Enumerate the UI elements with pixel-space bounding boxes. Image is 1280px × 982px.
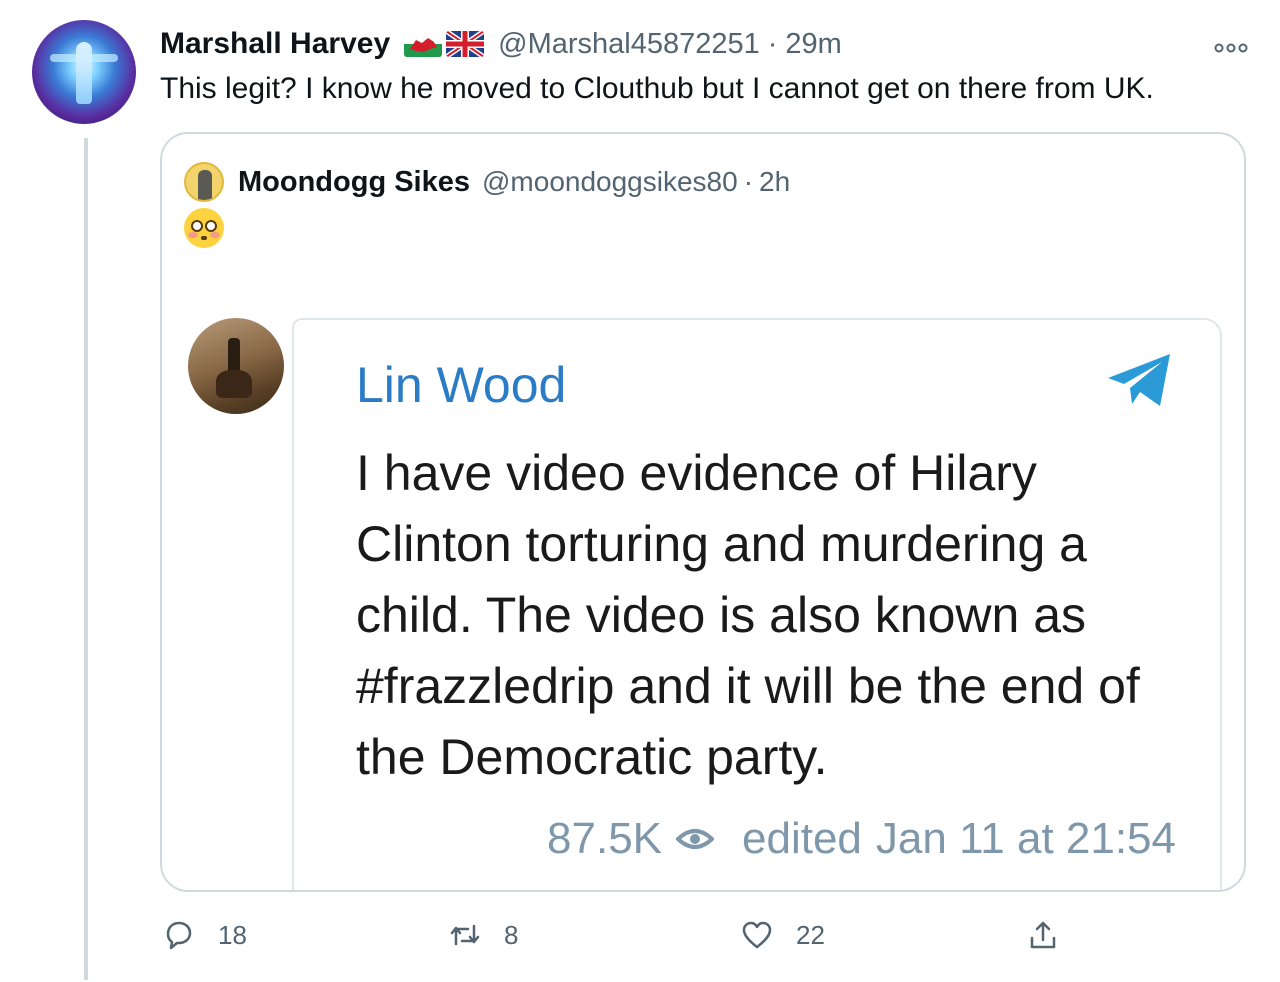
quoted-author-name: Moondogg Sikes — [238, 165, 470, 198]
flushed-face-emoji-icon — [184, 208, 224, 248]
reply-button[interactable]: 18 — [162, 918, 247, 952]
eye-icon — [676, 829, 715, 849]
wales-flag-icon — [404, 31, 443, 57]
tweet-actions-bar: 18 8 22 — [160, 918, 1250, 962]
quoted-tweet-timestamp: 2h — [759, 166, 791, 197]
like-count: 22 — [796, 919, 825, 950]
author-handle[interactable]: @Marshal45872251 — [498, 28, 760, 61]
tweet-header: Marshall Harvey @Marshal45872251 · 29m — [160, 24, 842, 64]
separator-dot: · — [743, 166, 754, 197]
flag-emojis — [404, 31, 485, 57]
thread-line — [84, 138, 88, 980]
telegram-post-text: I have video evidence of Hilary Clinton … — [356, 445, 1140, 785]
reply-count: 18 — [218, 919, 247, 950]
quoted-tweet-header: Moondogg Sikes @moondoggsikes80 · 2h — [184, 162, 790, 202]
author-display-name[interactable]: Marshall Harvey — [160, 27, 390, 61]
tweet-timestamp[interactable]: 29m — [785, 28, 841, 61]
like-button[interactable]: 22 — [740, 918, 825, 952]
telegram-screenshot-image: Lin Wood I have video evidence of Hilary… — [292, 318, 1222, 890]
author-avatar[interactable] — [32, 20, 136, 124]
reply-icon — [166, 921, 192, 950]
more-dots-icon — [1214, 43, 1248, 53]
edited-label: edited — [742, 814, 862, 863]
telegram-channel-name: Lin Wood — [356, 357, 567, 413]
avatar-figure — [76, 42, 92, 104]
share-button[interactable] — [1026, 918, 1060, 952]
share-icon — [1030, 921, 1056, 949]
retweet-icon — [450, 924, 480, 946]
uk-flag-icon — [446, 31, 485, 57]
quoted-author-handle: @moondoggsikes80 — [482, 166, 738, 197]
telegram-channel-avatar — [188, 318, 284, 414]
quoted-tweet-card[interactable]: Moondogg Sikes @moondoggsikes80 · 2h Lin… — [160, 132, 1246, 892]
more-options-icon[interactable] — [1214, 30, 1248, 61]
tweet-text: This legit? I know he moved to Clouthub … — [160, 72, 1154, 105]
separator-dot: · — [767, 27, 778, 60]
quoted-author-avatar — [184, 162, 224, 202]
heart-icon — [742, 921, 772, 949]
retweet-count: 8 — [504, 919, 519, 950]
telegram-post-meta: 87.5K edited Jan 11 at 21:54 — [547, 814, 1176, 864]
post-timestamp: Jan 11 at 21:54 — [875, 814, 1176, 863]
retweet-button[interactable]: 8 — [448, 918, 518, 952]
telegram-icon — [1108, 354, 1170, 406]
view-count: 87.5K — [547, 814, 663, 863]
